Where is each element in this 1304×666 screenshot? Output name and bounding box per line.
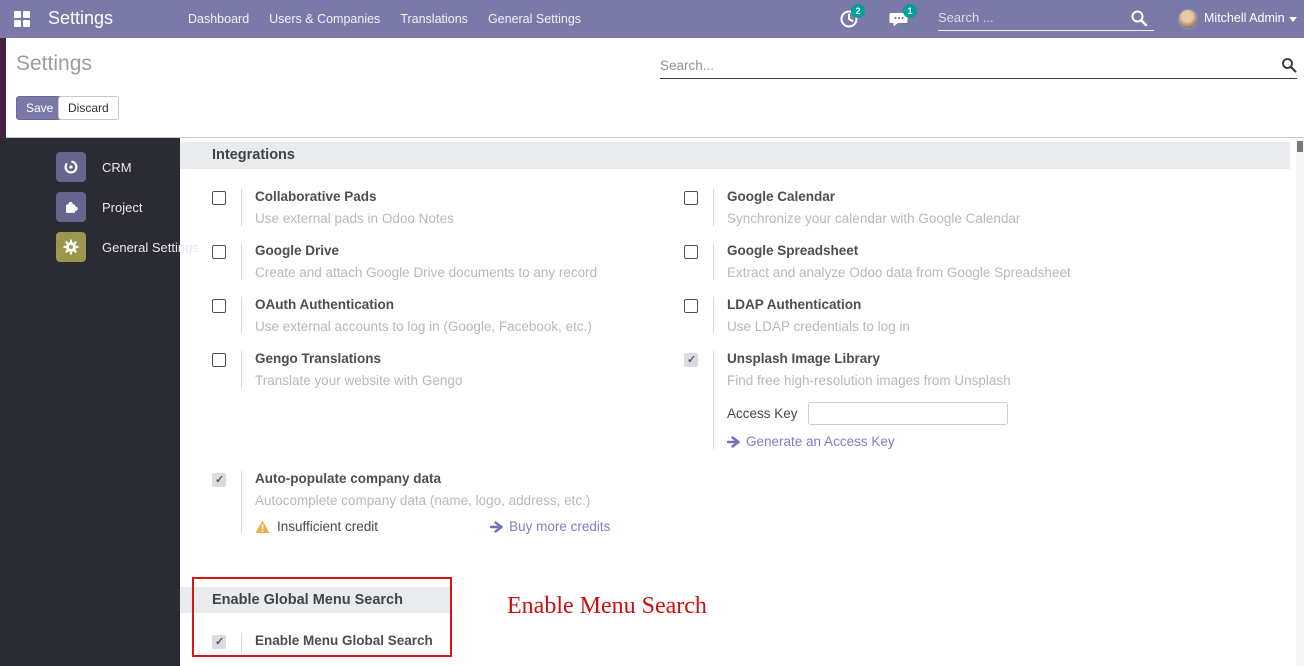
setting-description: Use LDAP credentials to log in xyxy=(727,319,910,334)
buy-more-credits-link[interactable]: Buy more credits xyxy=(490,519,610,534)
setting-google-drive: Google Drive Create and attach Google Dr… xyxy=(212,243,597,280)
settings-page: Settings Dashboard Users & Companies Tra… xyxy=(0,0,1304,666)
settings-sidebar: CRM Project xyxy=(0,138,180,666)
setting-google-calendar: Google Calendar Synchronize your calenda… xyxy=(684,189,1020,226)
page-title: Settings xyxy=(16,52,92,76)
integrations-section-header: Integrations xyxy=(180,142,1290,169)
sidebar-item-crm[interactable]: CRM xyxy=(0,148,180,186)
setting-google-spreadsheet: Google Spreadsheet Extract and analyze O… xyxy=(684,243,1071,280)
setting-title: Google Calendar xyxy=(727,189,1020,204)
activity-count-badge: 2 xyxy=(851,4,865,18)
setting-ldap-authentication: LDAP Authentication Use LDAP credentials… xyxy=(684,297,910,334)
access-key-label: Access Key xyxy=(727,406,798,421)
setting-title: LDAP Authentication xyxy=(727,297,910,312)
setting-title: Google Drive xyxy=(255,243,597,258)
annotation-text: Enable Menu Search xyxy=(507,593,707,620)
gengo-checkbox[interactable] xyxy=(212,353,226,367)
enable-menu-search-checkbox[interactable] xyxy=(212,635,226,649)
warning-icon xyxy=(255,520,270,534)
sidebar-item-label: General Settings xyxy=(102,240,199,255)
settings-search-icon[interactable] xyxy=(1281,57,1297,73)
scrollbar-thumb[interactable] xyxy=(1297,141,1303,152)
setting-collaborative-pads: Collaborative Pads Use external pads in … xyxy=(212,189,454,226)
discard-button[interactable]: Discard xyxy=(58,96,119,120)
setting-title: OAuth Authentication xyxy=(255,297,592,312)
setting-title: Auto-populate company data xyxy=(255,471,610,486)
menu-item-general-settings[interactable]: General Settings xyxy=(478,0,591,38)
google-drive-checkbox[interactable] xyxy=(212,245,226,259)
auto-populate-checkbox[interactable] xyxy=(212,473,226,487)
sidebar-item-general-settings[interactable]: General Settings xyxy=(0,228,180,266)
settings-search-input[interactable] xyxy=(660,52,1260,78)
setting-oauth-authentication: OAuth Authentication Use external accoun… xyxy=(212,297,592,334)
setting-description: Use external pads in Odoo Notes xyxy=(255,211,454,226)
save-button[interactable]: Save xyxy=(16,96,63,120)
setting-enable-menu-global-search: Enable Menu Global Search xyxy=(212,633,433,652)
user-caret-down-icon[interactable] xyxy=(1289,17,1297,22)
access-key-input[interactable] xyxy=(808,402,1008,425)
insufficient-credit-label: Insufficient credit xyxy=(277,519,378,534)
menu-item-translations[interactable]: Translations xyxy=(390,0,478,38)
settings-search xyxy=(660,52,1297,79)
menu-item-dashboard[interactable]: Dashboard xyxy=(178,0,259,38)
oauth-checkbox[interactable] xyxy=(212,299,226,313)
navbar-search xyxy=(938,5,1154,31)
menu-item-users-companies[interactable]: Users & Companies xyxy=(259,0,390,38)
vertical-scrollbar xyxy=(1296,138,1304,666)
setting-description: Extract and analyze Odoo data from Googl… xyxy=(727,265,1071,280)
setting-description: Create and attach Google Drive documents… xyxy=(255,265,597,280)
sidebar-item-label: CRM xyxy=(102,160,132,175)
unsplash-checkbox[interactable] xyxy=(684,353,698,367)
google-spreadsheet-checkbox[interactable] xyxy=(684,245,698,259)
setting-title: Unsplash Image Library xyxy=(727,351,1011,366)
menu-search-section-header: Enable Global Menu Search xyxy=(180,587,452,613)
top-navbar: Settings Dashboard Users & Companies Tra… xyxy=(0,0,1304,38)
apps-grid-icon[interactable] xyxy=(14,11,30,27)
setting-description: Find free high-resolution images from Un… xyxy=(727,373,1011,388)
navbar-app-title: Settings xyxy=(48,8,113,29)
project-puzzle-icon xyxy=(56,192,86,222)
ldap-checkbox[interactable] xyxy=(684,299,698,313)
arrow-right-icon xyxy=(490,521,503,533)
header-separator xyxy=(0,137,1304,138)
setting-title: Enable Menu Global Search xyxy=(255,633,433,648)
navbar-search-input[interactable] xyxy=(938,5,1154,30)
user-menu[interactable]: Mitchell Admin xyxy=(1204,11,1285,25)
sidebar-item-label: Project xyxy=(102,200,142,215)
setting-title: Google Spreadsheet xyxy=(727,243,1071,258)
generate-access-key-link[interactable]: Generate an Access Key xyxy=(727,434,1011,449)
setting-gengo-translations: Gengo Translations Translate your websit… xyxy=(212,351,462,388)
setting-description: Synchronize your calendar with Google Ca… xyxy=(727,211,1020,226)
google-calendar-checkbox[interactable] xyxy=(684,191,698,205)
sidebar-item-project[interactable]: Project xyxy=(0,188,180,226)
setting-description: Use external accounts to log in (Google,… xyxy=(255,319,592,334)
setting-unsplash-image-library: Unsplash Image Library Find free high-re… xyxy=(684,351,1011,449)
setting-description: Translate your website with Gengo xyxy=(255,373,462,388)
link-label: Generate an Access Key xyxy=(746,434,895,449)
navbar-search-icon[interactable] xyxy=(1130,9,1148,27)
message-count-badge: 1 xyxy=(903,4,917,18)
setting-title: Gengo Translations xyxy=(255,351,462,366)
setting-title: Collaborative Pads xyxy=(255,189,454,204)
navbar-menu: Dashboard Users & Companies Translations… xyxy=(178,0,591,38)
link-label: Buy more credits xyxy=(509,519,610,534)
setting-description: Autocomplete company data (name, logo, a… xyxy=(255,493,610,508)
setting-auto-populate-company-data: Auto-populate company data Autocomplete … xyxy=(212,471,610,534)
collaborative-pads-checkbox[interactable] xyxy=(212,191,226,205)
arrow-right-icon xyxy=(727,436,740,448)
gear-icon xyxy=(56,232,86,262)
crm-handshake-icon xyxy=(56,152,86,182)
user-avatar[interactable] xyxy=(1178,9,1198,29)
